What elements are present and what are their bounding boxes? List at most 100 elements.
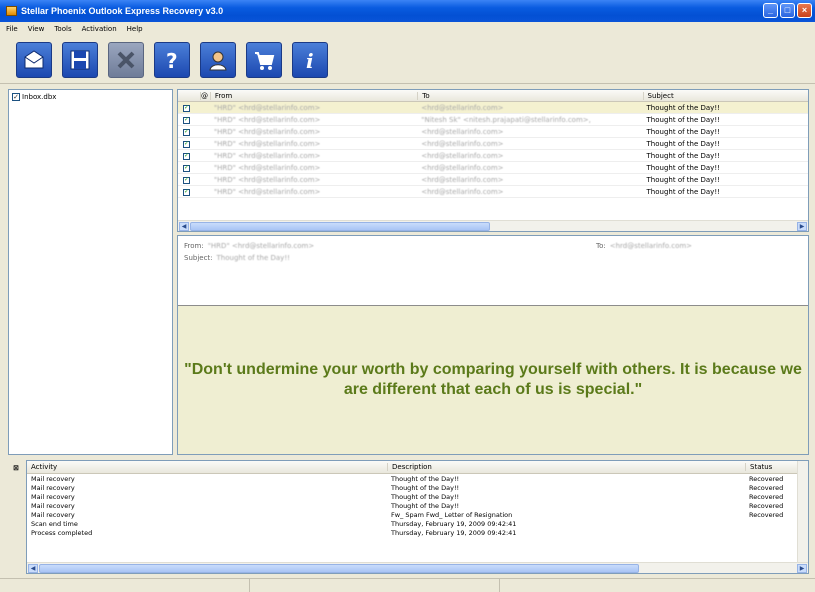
menu-view[interactable]: View [28, 25, 45, 33]
status-column-header[interactable]: Status [745, 463, 797, 471]
message-checkbox[interactable]: ✓ [183, 176, 190, 184]
log-vscrollbar[interactable] [797, 461, 808, 563]
message-row[interactable]: ✓ "HRD" <hrd@stellarinfo.com> <hrd@stellar… [178, 150, 808, 162]
activity-cell: Mail recovery [31, 510, 75, 519]
folder-item-inbox[interactable]: ✓ Inbox.dbx [9, 90, 172, 104]
activity-cell: Scan end time [31, 519, 78, 528]
to-cell: <hrd@stellarinfo.com> [421, 103, 504, 112]
toolbar: ? i [0, 36, 815, 84]
subject-cell: Thought of the Day!! [646, 139, 720, 148]
app-icon [6, 6, 17, 16]
activity-cell: Mail recovery [31, 474, 75, 483]
message-row[interactable]: ✓ "HRD" <hrd@stellarinfo.com> <hrd@stellar… [178, 138, 808, 150]
status-cell: Recovered [749, 492, 784, 501]
message-row[interactable]: ✓ "HRD" <hrd@stellarinfo.com> <hrd@stellar… [178, 186, 808, 198]
message-row[interactable]: ✓ "HRD" <hrd@stellarinfo.com> <hrd@stellar… [178, 174, 808, 186]
log-row: Mail recovery Fw_ Spam Fwd_ Letter of Res… [27, 510, 808, 519]
log-pane-grip[interactable]: ⊠ [8, 460, 24, 574]
message-checkbox[interactable]: ✓ [183, 140, 190, 148]
help-icon: ? [166, 49, 178, 72]
activity-cell: Process completed [31, 528, 93, 537]
message-row[interactable]: ✓ "HRD" <hrd@stellarinfo.com> <hrd@stellar… [178, 102, 808, 114]
quote-text: "Don't undermine your worth by comparing… [184, 361, 802, 398]
to-cell: <hrd@stellarinfo.com> [421, 151, 504, 160]
message-checkbox[interactable]: ✓ [183, 116, 190, 124]
from-column-header[interactable]: From [209, 91, 417, 100]
menu-help[interactable]: Help [127, 25, 143, 33]
info-icon: i [306, 49, 314, 72]
message-checkbox[interactable]: ✓ [183, 164, 190, 172]
description-cell: Thought of the Day!! [391, 501, 460, 510]
from-cell: "HRD" <hrd@stellarinfo.com> [213, 103, 321, 112]
activity-cell: Mail recovery [31, 492, 75, 501]
log-scroll-thumb[interactable] [39, 564, 639, 573]
open-button[interactable] [16, 41, 52, 78]
scroll-right-icon[interactable]: ▶ [797, 222, 807, 231]
scroll-thumb[interactable] [190, 222, 490, 231]
description-column-header[interactable]: Description [387, 463, 745, 471]
subject-cell: Thought of the Day!! [646, 163, 720, 172]
activity-column-header[interactable]: Activity [27, 463, 387, 471]
scroll-left-icon[interactable]: ◀ [179, 222, 189, 231]
subject-cell: Thought of the Day!! [646, 115, 720, 124]
status-cell: Recovered [749, 474, 784, 483]
message-list-hscrollbar[interactable]: ◀ ▶ [178, 220, 808, 231]
message-row[interactable]: ✓ "HRD" <hrd@stellarinfo.com> "Nitesh Sk" … [178, 114, 808, 126]
log-header: Activity Description Status [27, 461, 808, 474]
from-cell: "HRD" <hrd@stellarinfo.com> [213, 115, 321, 124]
folder-label: Inbox.dbx [22, 93, 57, 101]
message-checkbox[interactable]: ✓ [183, 188, 190, 196]
description-cell: Thought of the Day!! [391, 492, 460, 501]
buy-button[interactable] [246, 41, 282, 78]
status-cell: Recovered [749, 510, 784, 519]
message-checkbox[interactable]: ✓ [183, 128, 190, 136]
from-cell: "HRD" <hrd@stellarinfo.com> [213, 127, 321, 136]
folder-checkbox[interactable]: ✓ [12, 93, 20, 101]
message-row[interactable]: ✓ "HRD" <hrd@stellarinfo.com> <hrd@stellar… [178, 126, 808, 138]
log-row: Mail recovery Thought of the Day!! Recover… [27, 492, 808, 501]
subject-cell: Thought of the Day!! [646, 187, 720, 196]
to-cell: <hrd@stellarinfo.com> [421, 187, 504, 196]
subject-cell: Thought of the Day!! [646, 127, 720, 136]
svg-text:?: ? [166, 49, 178, 72]
svg-text:i: i [306, 49, 314, 72]
description-cell: Thursday, February 19, 2009 09:42:41 [391, 528, 517, 537]
to-column-header[interactable]: To [417, 91, 642, 100]
log-hscrollbar[interactable]: ◀ ▶ [27, 562, 808, 573]
log-scroll-right-icon[interactable]: ▶ [797, 564, 807, 573]
maximize-button[interactable]: □ [780, 3, 795, 18]
log-scroll-left-icon[interactable]: ◀ [28, 564, 38, 573]
support-button[interactable] [200, 41, 236, 78]
minimize-button[interactable]: _ [763, 3, 778, 18]
subject-value: Thought of the Day!! [216, 254, 290, 262]
log-row: Scan end time Thursday, February 19, 2009… [27, 519, 808, 528]
log-row: Mail recovery Thought of the Day!! Recover… [27, 483, 808, 492]
menu-tools[interactable]: Tools [54, 25, 71, 33]
stop-icon [117, 51, 135, 68]
help-button[interactable]: ? [154, 41, 190, 78]
subject-column-header[interactable]: Subject [642, 91, 808, 100]
subject-cell: Thought of the Day!! [646, 103, 720, 112]
menu-bar: File View Tools Activation Help [0, 22, 815, 36]
save-button[interactable] [62, 41, 98, 78]
window-title: Stellar Phoenix Outlook Express Recovery… [21, 6, 224, 16]
menu-file[interactable]: File [6, 25, 18, 33]
buy-icon [255, 51, 275, 70]
from-cell: "HRD" <hrd@stellarinfo.com> [213, 151, 321, 160]
message-checkbox[interactable]: ✓ [183, 152, 190, 160]
attachment-column-header[interactable]: @ [199, 91, 210, 100]
message-row[interactable]: ✓ "HRD" <hrd@stellarinfo.com> <hrd@stellar… [178, 162, 808, 174]
message-checkbox[interactable]: ✓ [183, 104, 190, 112]
subject-label: Subject: [184, 254, 213, 262]
menu-activation[interactable]: Activation [82, 25, 117, 33]
to-cell: <hrd@stellarinfo.com> [421, 127, 504, 136]
close-button[interactable]: × [797, 3, 812, 18]
title-bar: Stellar Phoenix Outlook Express Recovery… [0, 0, 815, 22]
info-button[interactable]: i [292, 41, 328, 78]
activity-log: Activity Description Status Mail recover… [26, 460, 809, 574]
from-value: "HRD" <hrd@stellarinfo.com> [207, 242, 315, 250]
stop-button[interactable] [108, 41, 144, 78]
folder-tree: ✓ Inbox.dbx [8, 89, 173, 455]
status-panel-2 [250, 579, 500, 592]
subject-cell: Thought of the Day!! [646, 175, 720, 184]
